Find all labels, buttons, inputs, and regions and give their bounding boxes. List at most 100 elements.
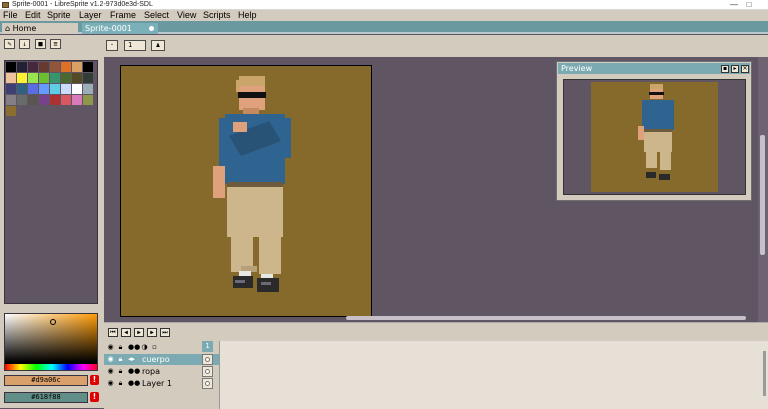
palette-swatch[interactable] <box>17 73 27 83</box>
palette-swatch[interactable] <box>50 95 60 105</box>
continuous-icon[interactable]: ●● <box>128 368 140 375</box>
background-color-button[interactable]: #618f88 <box>4 392 88 403</box>
lock-icon[interactable]: 🔒︎ <box>117 344 124 351</box>
palette-options-button[interactable]: ≡ <box>50 39 61 49</box>
palette-swatch[interactable] <box>39 62 49 72</box>
link-cels-icon[interactable]: ▫ <box>151 344 158 351</box>
tab-sprite[interactable]: Sprite-0001 <box>82 23 158 34</box>
palette-swatch[interactable] <box>83 73 93 83</box>
palette-swatch[interactable] <box>61 73 71 83</box>
continuous-icon[interactable]: ●● <box>128 380 140 387</box>
palette-swatch[interactable] <box>83 62 93 72</box>
palette-swatch[interactable] <box>50 84 60 94</box>
saturation-value-box[interactable] <box>5 314 97 362</box>
lock-icon[interactable]: 🔒︎ <box>117 356 124 363</box>
foreground-warning-icon[interactable]: ! <box>90 375 99 385</box>
sprite-canvas[interactable] <box>120 65 372 317</box>
menu-frame[interactable]: Frame <box>110 10 136 21</box>
palette-swatch[interactable] <box>28 84 38 94</box>
palette-swatch[interactable] <box>50 62 60 72</box>
palette-swatch[interactable] <box>28 95 38 105</box>
palette-sort-button[interactable]: ↓ <box>19 39 30 49</box>
eye-icon[interactable]: ◉ <box>107 344 114 351</box>
vertical-scroll-thumb[interactable] <box>760 135 765 255</box>
tab-close-dot-icon[interactable] <box>149 26 154 31</box>
palette-swatch[interactable] <box>39 73 49 83</box>
palette-swatch[interactable] <box>72 73 82 83</box>
palette-swatch[interactable] <box>6 106 16 116</box>
palette-swatch[interactable] <box>61 62 71 72</box>
palette-swatch[interactable] <box>6 73 16 83</box>
foreground-color-button[interactable]: #d9a06c <box>4 375 88 386</box>
eye-icon[interactable]: ◉ <box>107 380 114 387</box>
palette-swatch[interactable] <box>50 73 60 83</box>
onion-skin-icon[interactable]: ◑ <box>141 344 148 351</box>
palette-swatch[interactable] <box>72 95 82 105</box>
brush-size-field[interactable]: 1 <box>124 40 146 51</box>
palette-swatch[interactable] <box>39 95 49 105</box>
previous-frame-button[interactable]: ◀ <box>121 328 131 337</box>
brush-type-button[interactable]: · <box>106 40 118 51</box>
cel-area[interactable] <box>219 341 768 409</box>
palette-swatch[interactable] <box>28 62 38 72</box>
color-picker[interactable] <box>4 313 98 371</box>
preview-center-button[interactable]: ▪ <box>721 65 729 73</box>
palette-presets-button[interactable]: ■ <box>35 39 46 49</box>
frame-number[interactable]: 1 <box>202 341 213 352</box>
palette-swatch[interactable] <box>28 73 38 83</box>
menu-view[interactable]: View <box>177 10 196 21</box>
color-picker-knob[interactable] <box>50 319 56 325</box>
palette-swatch[interactable] <box>61 84 71 94</box>
menu-help[interactable]: Help <box>238 10 257 21</box>
play-button[interactable]: ▶ <box>134 328 144 337</box>
menu-select[interactable]: Select <box>144 10 169 21</box>
background-warning-icon[interactable]: ! <box>90 392 99 402</box>
preview-play-button[interactable]: ▸ <box>731 65 739 73</box>
palette-swatch[interactable] <box>17 84 27 94</box>
palette-swatch[interactable] <box>17 62 27 72</box>
menu-layer[interactable]: Layer <box>79 10 102 21</box>
palette-swatch[interactable] <box>72 84 82 94</box>
first-frame-button[interactable]: ⏮ <box>108 328 118 337</box>
palette-swatch[interactable] <box>39 84 49 94</box>
app-icon <box>2 2 9 8</box>
ink-type-button[interactable]: ♟ <box>151 40 165 51</box>
palette-swatch[interactable] <box>6 62 16 72</box>
menu-edit[interactable]: Edit <box>25 10 41 21</box>
palette-swatch[interactable] <box>83 95 93 105</box>
hue-slider[interactable] <box>5 364 97 370</box>
layer-name: cuerpo <box>142 355 170 364</box>
preview-sprite <box>591 82 718 192</box>
palette-swatch[interactable] <box>72 62 82 72</box>
layer-name: ropa <box>142 367 160 376</box>
palette-swatch[interactable] <box>83 84 93 94</box>
horizontal-scroll-thumb[interactable] <box>346 316 746 320</box>
lock-icon[interactable]: 🔒︎ <box>117 368 124 375</box>
last-frame-button[interactable]: ⏭ <box>160 328 170 337</box>
maximize-button[interactable]: □ <box>744 0 754 10</box>
preview-close-button[interactable]: ✕ <box>741 65 749 73</box>
next-frame-button[interactable]: ▶ <box>147 328 157 337</box>
cel-cuerpo[interactable] <box>202 354 213 365</box>
palette-swatch[interactable] <box>6 95 16 105</box>
palette-swatch[interactable] <box>6 84 16 94</box>
palette-swatch[interactable] <box>61 95 71 105</box>
preview-title: Preview <box>561 64 593 73</box>
preview-title-bar[interactable]: Preview ▪ ▸ ✕ <box>558 63 750 74</box>
timeline-scrollbar[interactable] <box>763 351 766 396</box>
continuous-icon[interactable]: ●● <box>128 344 140 351</box>
continuous-icon[interactable]: ◂▸ <box>128 356 135 363</box>
eye-icon[interactable]: ◉ <box>107 356 114 363</box>
eye-icon[interactable]: ◉ <box>107 368 114 375</box>
menu-file[interactable]: File <box>3 10 18 21</box>
minimize-button[interactable]: — <box>729 0 739 10</box>
cel-ropa[interactable] <box>202 366 213 377</box>
tab-home[interactable]: ⌂ Home <box>2 23 78 34</box>
menu-sprite[interactable]: Sprite <box>47 10 71 21</box>
lock-icon[interactable]: 🔒︎ <box>117 380 124 387</box>
palette-swatch[interactable] <box>17 95 27 105</box>
palette-grid <box>4 60 98 304</box>
cel-layer-1[interactable] <box>202 378 213 389</box>
menu-scripts[interactable]: Scripts <box>203 10 231 21</box>
palette-edit-button[interactable]: ✎ <box>4 39 15 49</box>
